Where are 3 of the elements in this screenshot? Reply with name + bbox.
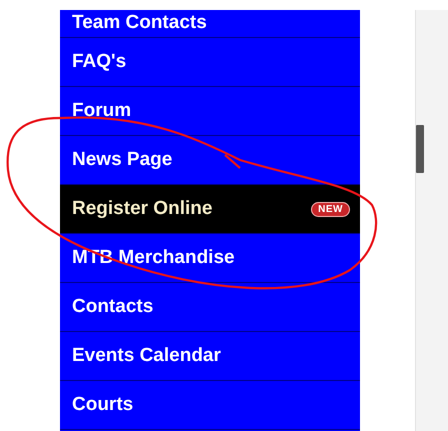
menu-item[interactable]: Register Online NEW bbox=[60, 185, 360, 234]
new-badge: NEW bbox=[311, 202, 350, 216]
panel-edge bbox=[416, 125, 424, 173]
